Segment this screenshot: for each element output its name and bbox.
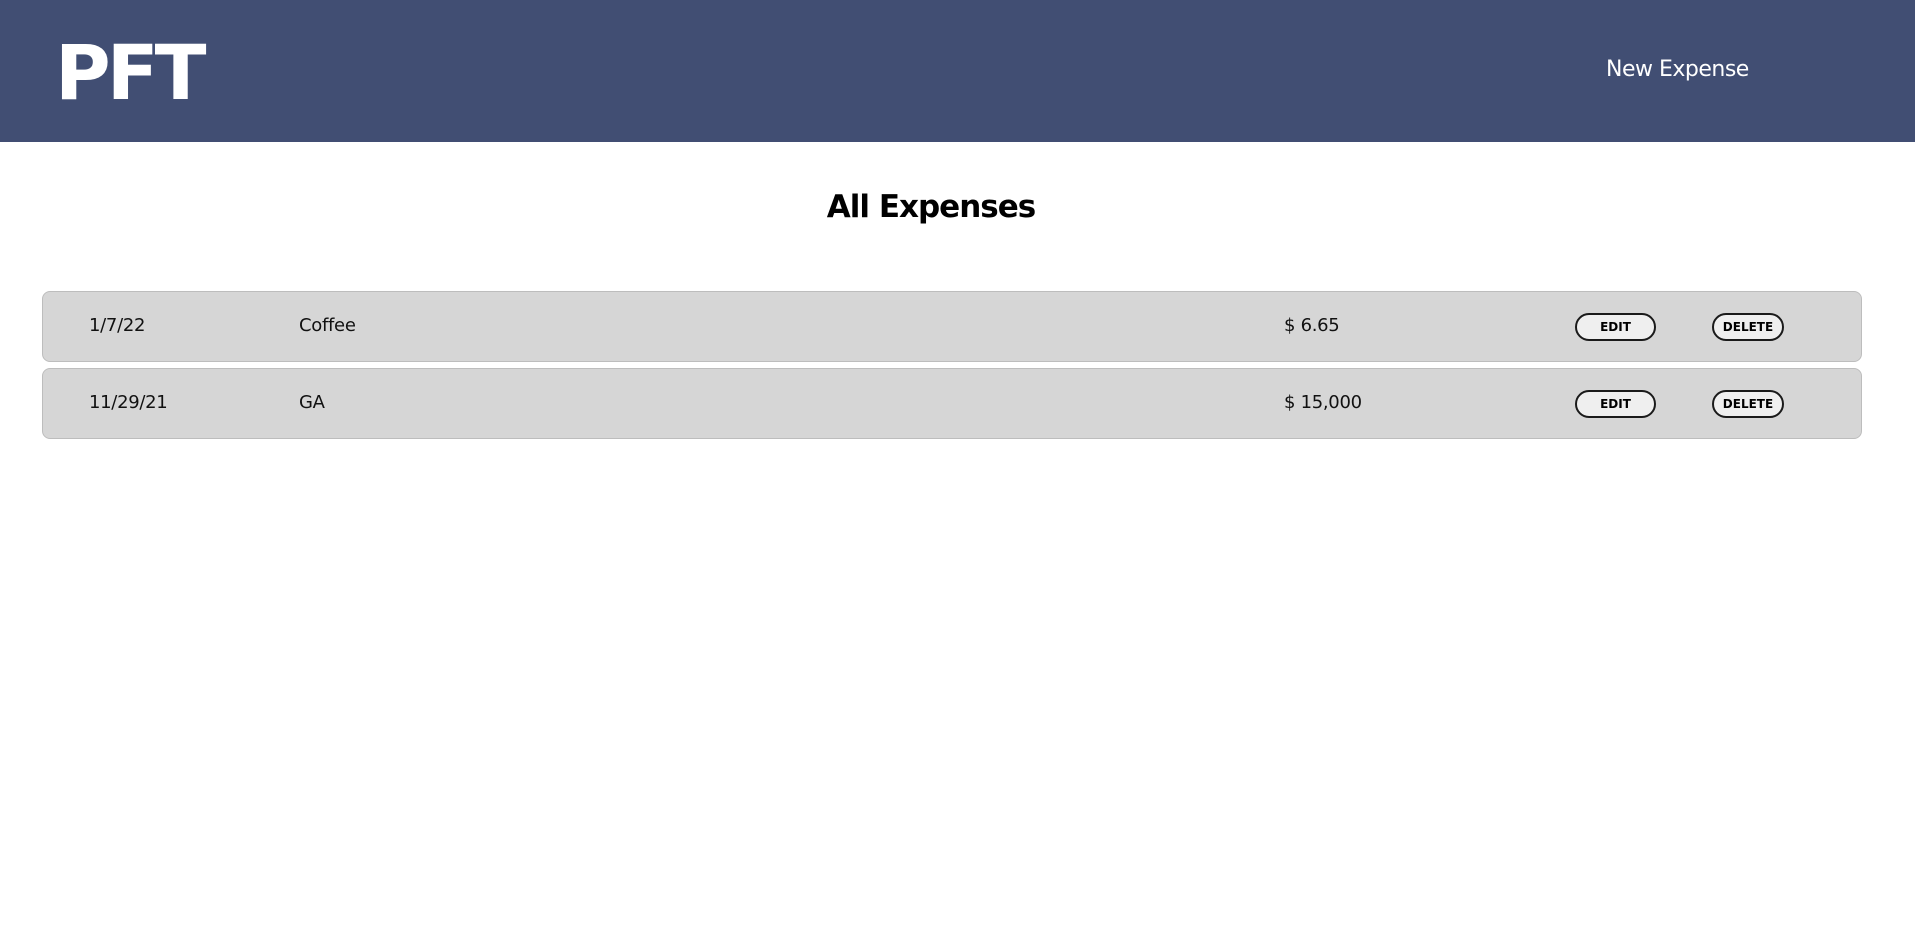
app-header: PFT New Expense — [0, 0, 1915, 142]
new-expense-link[interactable]: New Expense — [1606, 56, 1749, 84]
delete-button[interactable]: DELETE — [1712, 313, 1784, 341]
expense-date: 11/29/21 — [89, 392, 168, 413]
edit-button[interactable]: EDIT — [1575, 390, 1656, 418]
edit-button[interactable]: EDIT — [1575, 313, 1656, 341]
app-logo[interactable]: PFT — [55, 28, 206, 118]
expense-list: 1/7/22 Coffee $ 6.65 EDIT DELETE 11/29/2… — [42, 291, 1862, 445]
delete-button[interactable]: DELETE — [1712, 390, 1784, 418]
expense-row: 1/7/22 Coffee $ 6.65 EDIT DELETE — [42, 291, 1862, 362]
expense-amount: $ 6.65 — [1284, 315, 1340, 336]
expense-description: GA — [299, 392, 325, 413]
expense-description: Coffee — [299, 315, 356, 336]
expense-date: 1/7/22 — [89, 315, 146, 336]
expense-amount: $ 15,000 — [1284, 392, 1362, 413]
expense-row: 11/29/21 GA $ 15,000 EDIT DELETE — [42, 368, 1862, 439]
page-title: All Expenses — [826, 189, 1036, 225]
